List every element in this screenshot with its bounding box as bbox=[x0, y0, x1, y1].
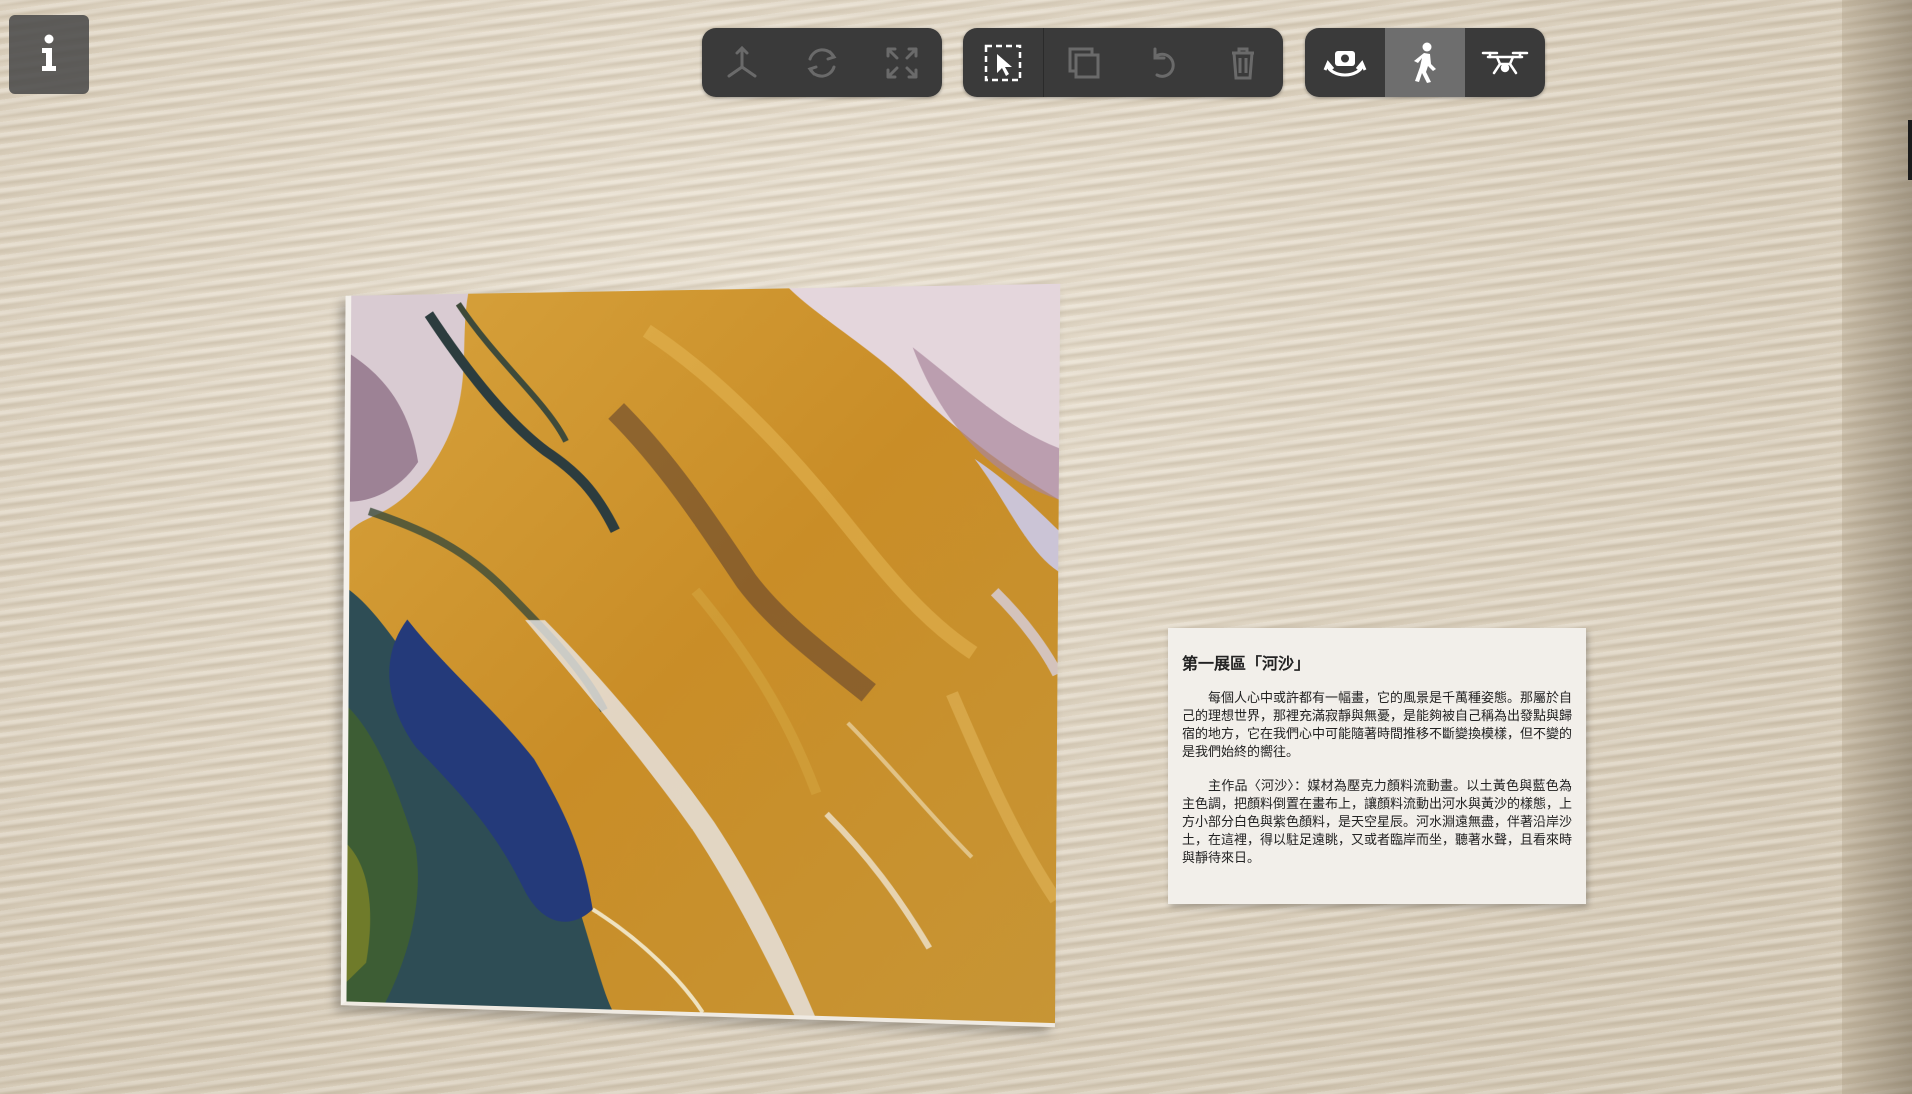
orbit-camera-icon bbox=[1322, 43, 1368, 83]
painting-river-sand[interactable] bbox=[340, 283, 1061, 1028]
info-icon bbox=[39, 34, 59, 76]
exhibit-placard[interactable]: 第一展區「河沙」 每個人心中或許都有一幅畫，它的風景是千萬種姿態。那屬於自己的理… bbox=[1168, 628, 1586, 904]
axis-move-icon bbox=[722, 43, 762, 83]
side-wall bbox=[1842, 0, 1912, 1094]
select-icon bbox=[982, 42, 1024, 84]
wall-edge-marker bbox=[1908, 120, 1912, 180]
drone-icon bbox=[1480, 48, 1530, 78]
duplicate-button[interactable] bbox=[1042, 28, 1124, 97]
select-tool-button[interactable] bbox=[963, 28, 1043, 97]
scale-tool-button[interactable] bbox=[862, 28, 942, 97]
edit-toolbar bbox=[963, 28, 1283, 97]
view-mode-toolbar bbox=[1305, 28, 1545, 97]
walk-view-button[interactable] bbox=[1385, 28, 1465, 97]
rotate-tool-button[interactable] bbox=[782, 28, 862, 97]
placard-title: 第一展區「河沙」 bbox=[1182, 654, 1311, 673]
placard-paragraph-intro: 每個人心中或許都有一幅畫，它的風景是千萬種姿態。那屬於自己的理想世界，那裡充滿寂… bbox=[1182, 691, 1573, 760]
gallery-scene[interactable]: 第一展區「河沙」 每個人心中或許都有一幅畫，它的風景是千萬種姿態。那屬於自己的理… bbox=[0, 0, 1912, 1094]
delete-button[interactable] bbox=[1203, 28, 1283, 97]
transform-toolbar bbox=[702, 28, 942, 97]
scale-icon bbox=[882, 43, 922, 83]
info-button[interactable] bbox=[9, 15, 89, 94]
rotate-icon bbox=[802, 43, 842, 83]
delete-icon bbox=[1223, 43, 1263, 83]
duplicate-icon bbox=[1064, 43, 1104, 83]
orbit-view-button[interactable] bbox=[1305, 28, 1385, 97]
walk-icon bbox=[1407, 42, 1443, 84]
undo-icon bbox=[1143, 43, 1183, 83]
move-tool-button[interactable] bbox=[702, 28, 782, 97]
drone-view-button[interactable] bbox=[1465, 28, 1545, 97]
placard-paragraph-artwork: 主作品〈河沙〉：媒材為壓克力顏料流動畫。以土黃色與藍色為主色調，把顏料倒置在畫布… bbox=[1182, 779, 1573, 866]
undo-button[interactable] bbox=[1124, 28, 1204, 97]
